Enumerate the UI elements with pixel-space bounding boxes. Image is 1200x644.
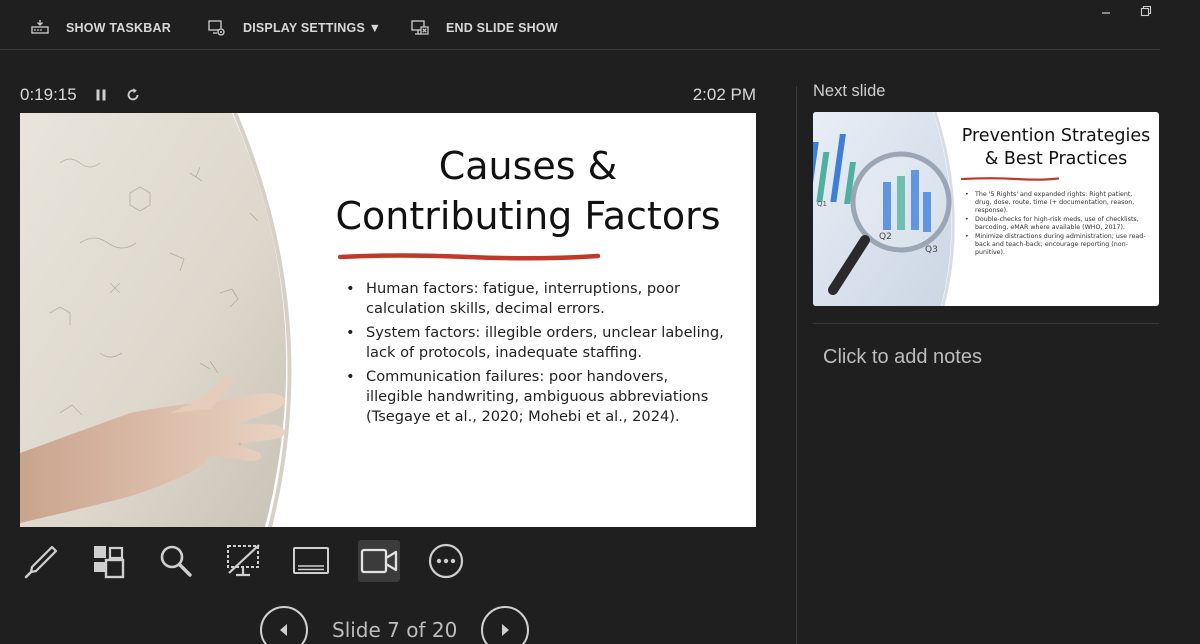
- subtitles-button[interactable]: [290, 540, 332, 582]
- zoom-button[interactable]: [155, 540, 197, 582]
- pen-tool-button[interactable]: [20, 540, 62, 582]
- next-bullet-item: Minimize distractions during administrat…: [965, 233, 1149, 257]
- display-settings-icon: [208, 20, 225, 36]
- slide-counter[interactable]: Slide 7 of 20: [332, 618, 457, 642]
- next-slide-underline: [961, 177, 1059, 181]
- display-settings-label: DISPLAY SETTINGS ▼: [243, 21, 382, 35]
- black-screen-icon: [226, 544, 260, 577]
- end-slide-show-label: END SLIDE SHOW: [446, 21, 558, 35]
- presenter-toolbar: SHOW TASKBAR DISPLAY SETTINGS ▼ END SLID…: [0, 0, 1160, 50]
- bullet-item: Human factors: fatigue, interruptions, p…: [346, 279, 726, 319]
- taskbar-icon: [31, 20, 49, 34]
- restore-icon: [1140, 5, 1152, 17]
- bullet-item: Communication failures: poor handovers, …: [346, 367, 726, 427]
- chart-label-q1: Q1: [817, 200, 827, 208]
- presenter-tools: [20, 540, 493, 582]
- next-slide-chart-image: Q1 Q2 Q3: [813, 112, 955, 306]
- next-slide-title-line2: & Best Practices: [984, 149, 1128, 169]
- see-all-slides-icon: [93, 546, 124, 579]
- minimize-button[interactable]: [1094, 2, 1118, 20]
- title-underline: [338, 253, 600, 261]
- slide-title: Causes & Contributing Factors: [320, 141, 736, 241]
- end-slide-show-button[interactable]: END SLIDE SHOW: [410, 16, 558, 40]
- subtitles-icon: [293, 547, 329, 574]
- see-all-slides-button[interactable]: [88, 540, 130, 582]
- current-time: 2:02 PM: [692, 85, 756, 104]
- notes-divider: [813, 323, 1159, 324]
- show-taskbar-button[interactable]: SHOW TASKBAR: [30, 16, 171, 40]
- camera-toggle-button[interactable]: [357, 540, 400, 582]
- slide-hand-photo: [20, 113, 292, 527]
- slide-bullet-list: Human factors: fatigue, interruptions, p…: [346, 279, 726, 431]
- next-bullet-item: The '5 Rights' and expanded rights: Righ…: [965, 191, 1149, 215]
- pause-icon: [96, 89, 106, 101]
- restore-button[interactable]: [1134, 2, 1158, 20]
- previous-arrow-icon: [280, 624, 287, 636]
- speaker-notes[interactable]: Click to add notes: [823, 346, 982, 369]
- pen-icon: [24, 545, 58, 579]
- restart-timer-button[interactable]: [123, 85, 143, 105]
- next-slide-title-line1: Prevention Strategies: [961, 126, 1151, 146]
- chart-label-q2: Q2: [879, 232, 892, 242]
- next-slide-label: Next slide: [813, 82, 886, 100]
- timer-row: 0:19:15 2:02 PM: [20, 82, 756, 108]
- pause-timer-button[interactable]: [91, 85, 111, 105]
- elapsed-timer: 0:19:15: [20, 85, 77, 104]
- next-slide-button[interactable]: [481, 606, 530, 644]
- end-show-icon: [411, 20, 429, 35]
- previous-slide-button[interactable]: [260, 606, 308, 644]
- slide-title-line1: Causes &: [438, 144, 618, 188]
- restart-icon: [127, 88, 139, 101]
- minimize-icon: [1102, 12, 1110, 14]
- current-slide[interactable]: Causes & Contributing Factors Human fact…: [20, 113, 756, 527]
- black-screen-button[interactable]: [223, 540, 265, 582]
- more-options-button[interactable]: [425, 540, 467, 582]
- show-taskbar-label: SHOW TASKBAR: [66, 21, 171, 35]
- next-slide-title: Prevention Strategies & Best Practices: [961, 125, 1151, 171]
- zoom-icon: [160, 545, 192, 577]
- chart-label-q3: Q3: [925, 245, 938, 255]
- next-slide-preview[interactable]: Q1 Q2 Q3 Prevention Strategies & Best Pr…: [813, 112, 1159, 306]
- next-slide-bullet-list: The '5 Rights' and expanded rights: Righ…: [965, 191, 1149, 258]
- camera-icon: [360, 548, 397, 574]
- next-arrow-icon: [502, 624, 510, 636]
- more-options-icon: [428, 543, 464, 579]
- next-bullet-item: Double-checks for high-risk meds, use of…: [965, 216, 1149, 232]
- slide-title-line2: Contributing Factors: [335, 194, 721, 238]
- slide-navigation: Slide 7 of 20: [260, 606, 530, 644]
- display-settings-button[interactable]: DISPLAY SETTINGS ▼: [207, 16, 381, 40]
- pane-divider[interactable]: [796, 86, 797, 644]
- bullet-item: System factors: illegible orders, unclea…: [346, 323, 726, 363]
